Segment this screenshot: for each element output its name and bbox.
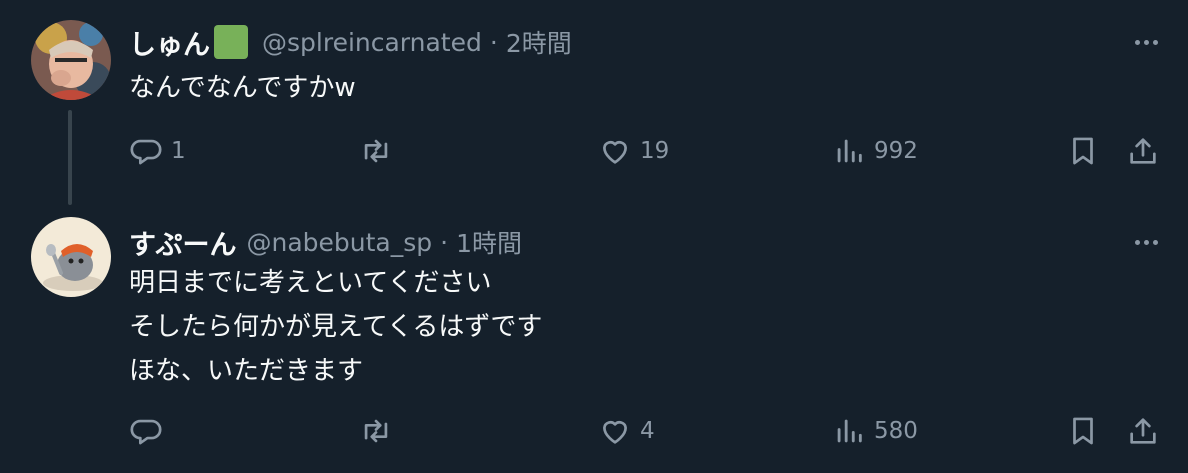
timestamp[interactable]: 1時間 <box>456 224 522 260</box>
analytics-icon <box>837 139 862 163</box>
tweet-actions: 1 19 992 <box>0 131 1188 171</box>
tweet-text-line: なんでなんですかw <box>129 73 356 103</box>
avatar[interactable] <box>31 20 111 100</box>
like-count: 4 <box>640 418 655 444</box>
share-button[interactable] <box>1126 131 1160 171</box>
display-name[interactable]: すぷーん <box>129 223 236 262</box>
timeline-feed: しゅん @splreincarnated · 2時間 なんでなんですかw 1 1… <box>0 0 1188 473</box>
reply-icon <box>130 419 162 445</box>
more-options-icon[interactable] <box>1135 40 1158 45</box>
views-button[interactable]: 992 <box>832 131 918 171</box>
display-name[interactable]: しゅん <box>129 23 210 62</box>
retweet-button[interactable] <box>359 411 401 451</box>
heart-icon <box>603 141 627 164</box>
tweet-actions: 4 580 <box>0 411 1188 451</box>
tweet-text-line: そしたら何かが見えてくるはずです <box>129 312 543 342</box>
view-count: 580 <box>874 418 918 444</box>
more-options-icon[interactable] <box>1135 240 1158 245</box>
bookmark-icon <box>1073 417 1093 445</box>
avatar[interactable] <box>31 217 111 297</box>
like-button[interactable]: 19 <box>598 131 669 171</box>
separator-dot: · <box>489 27 498 57</box>
views-button[interactable]: 580 <box>832 411 918 451</box>
tweet-text: なんでなんですかw <box>129 66 356 110</box>
user-handle[interactable]: @nabebuta_sp <box>246 228 432 257</box>
timestamp[interactable]: 2時間 <box>506 24 572 60</box>
green-square-icon <box>214 25 248 59</box>
share-icon <box>1130 418 1156 444</box>
tweet-text-line: 明日までに考えといてください <box>129 268 492 298</box>
tweet-text: 明日までに考えといてください そしたら何かが見えてくるはずです ほな、いただきま… <box>129 261 542 393</box>
tweet-text-line: ほな、いただきます <box>129 356 364 386</box>
share-button[interactable] <box>1126 411 1160 451</box>
bookmark-icon <box>1073 137 1093 165</box>
share-icon <box>1130 138 1156 164</box>
retweet-icon <box>364 139 388 163</box>
tweet[interactable]: すぷーん @nabebuta_sp · 1時間 明日までに考えといてください そ… <box>0 205 1188 473</box>
like-count: 19 <box>640 138 670 164</box>
heart-icon <box>603 421 627 444</box>
reply-icon <box>130 139 162 165</box>
like-button[interactable]: 4 <box>598 411 655 451</box>
reply-button[interactable] <box>129 411 171 451</box>
reply-button[interactable]: 1 <box>129 131 186 171</box>
reply-count: 1 <box>171 138 186 164</box>
tweet-header: しゅん @splreincarnated · 2時間 <box>129 22 572 62</box>
bookmark-button[interactable] <box>1066 131 1100 171</box>
view-count: 992 <box>874 138 918 164</box>
tweet-header: すぷーん @nabebuta_sp · 1時間 <box>129 222 522 262</box>
retweet-button[interactable] <box>359 131 401 171</box>
bookmark-button[interactable] <box>1066 411 1100 451</box>
separator-dot: · <box>440 227 449 257</box>
user-handle[interactable]: @splreincarnated <box>262 28 482 57</box>
tweet[interactable]: しゅん @splreincarnated · 2時間 なんでなんですかw 1 1… <box>0 0 1188 205</box>
analytics-icon <box>837 419 862 443</box>
retweet-icon <box>364 419 388 443</box>
